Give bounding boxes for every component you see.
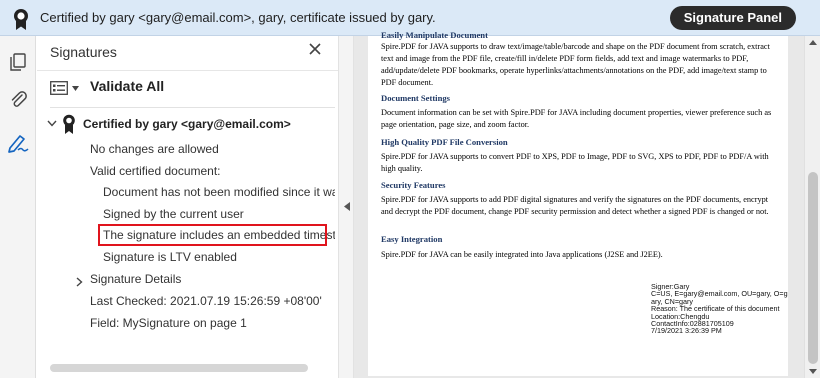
signature-name: Certified by gary <gary@email.com> (83, 117, 291, 131)
signature-pen-icon[interactable] (6, 130, 30, 154)
signature-status-item: Signed by the current user (103, 207, 244, 221)
attachment-icon[interactable] (8, 89, 28, 109)
section-body: Spire.PDF for JAVA supports to convert P… (381, 152, 769, 173)
signature-details-toggle[interactable]: Signature Details (90, 272, 181, 286)
certificate-ribbon-icon (14, 9, 28, 30)
signature-status-item: Valid certified document: (90, 164, 221, 178)
vertical-scrollbar[interactable] (804, 36, 820, 378)
document-view: Easily Manipulate Document Spire.PDF for… (354, 30, 820, 378)
close-icon[interactable] (308, 42, 322, 56)
pages-icon[interactable] (8, 52, 28, 72)
section-body: Spire.PDF for JAVA supports to draw text… (381, 42, 770, 87)
last-checked-text: Last Checked: 2021.07.19 15:26:59 +08'00… (90, 294, 322, 308)
section-body: Document information can be set with Spi… (381, 108, 772, 129)
chevron-right-icon[interactable] (76, 277, 83, 287)
scrollbar-thumb[interactable] (808, 172, 818, 364)
section-heading: Security Features (381, 180, 446, 190)
divider (37, 70, 338, 71)
chevron-down-icon[interactable] (47, 120, 57, 127)
signature-status-item: Signature is LTV enabled (103, 250, 237, 264)
certification-message: Certified by gary <gary@email.com>, gary… (40, 10, 436, 25)
left-tool-rail (0, 36, 36, 378)
section-heading: Easy Integration (381, 234, 443, 244)
signature-status-item: No changes are allowed (90, 142, 219, 156)
horizontal-scrollbar[interactable] (50, 364, 308, 372)
stamp-line: 7/19/2021 3:26:39 PM (651, 326, 722, 336)
scroll-up-icon[interactable] (809, 40, 817, 45)
signature-tree-item[interactable]: Certified by gary <gary@email.com> (45, 114, 335, 134)
options-list-icon[interactable] (50, 81, 68, 95)
section-heading: High Quality PDF File Conversion (381, 137, 508, 147)
signature-panel-button[interactable]: Signature Panel (669, 6, 796, 30)
collapse-arrow-icon[interactable] (344, 202, 350, 211)
validate-all-label: Validate All (90, 78, 165, 94)
section-body: Spire.PDF for JAVA supports to add PDF d… (381, 195, 769, 216)
signatures-panel: Signatures Validate All Certified by gar… (37, 36, 338, 378)
certificate-ribbon-icon (63, 114, 75, 134)
chevron-down-icon[interactable] (72, 86, 79, 91)
scroll-down-icon[interactable] (809, 369, 817, 374)
panel-splitter[interactable] (338, 36, 354, 378)
highlight-box (98, 224, 327, 246)
signature-status-item: Document has not been modified since it … (103, 185, 335, 199)
panel-title: Signatures (50, 44, 117, 60)
section-heading: Easily Manipulate Document (381, 30, 488, 40)
pdf-page: Easily Manipulate Document Spire.PDF for… (368, 30, 788, 376)
section-body: Spire.PDF for JAVA can be easily integra… (381, 250, 663, 259)
signature-stamp[interactable]: Signer:Gary C=US, E=gary@email.com, OU=g… (651, 283, 788, 335)
field-location-text: Field: MySignature on page 1 (90, 316, 247, 330)
divider (50, 107, 335, 108)
section-heading: Document Settings (381, 93, 450, 103)
